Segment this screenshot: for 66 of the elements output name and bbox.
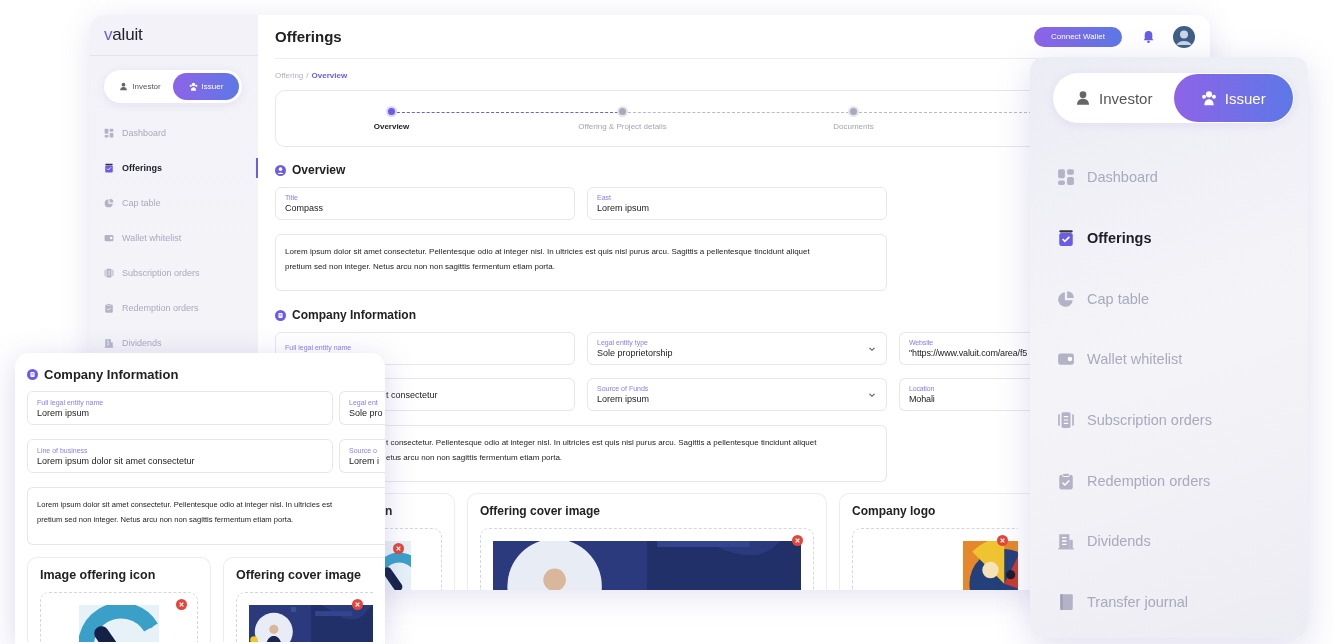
building-icon [275, 309, 286, 321]
pie-chart-icon [104, 198, 114, 208]
dropzone[interactable] [480, 528, 814, 590]
wallet-icon [104, 233, 114, 243]
text-area[interactable]: Lorem ipsum dolor sit amet consectetur. Pellentesque odio at integer nisl. In ultricies est quis nisl purus arcu. Sagittis a pellentesque tincidunt aliquet pretium sed non integer. Netus arcu non non sagittis fermentum etiam porta. [275, 234, 887, 291]
dropzone[interactable] [40, 592, 198, 642]
role-tab[interactable]: Issuer [173, 73, 239, 100]
bell-icon[interactable] [1142, 30, 1155, 43]
user-icon [275, 164, 286, 176]
remove-icon[interactable] [352, 599, 363, 610]
grid-icon [1057, 168, 1075, 187]
nav-item[interactable]: Redemption orders [90, 298, 258, 318]
building-icon [1057, 532, 1075, 551]
nav-item[interactable]: Cap table [1055, 268, 1294, 330]
nav-item[interactable]: Subscription orders [90, 263, 258, 283]
nav-item[interactable]: Offerings [90, 158, 258, 178]
section-title: Company Information [292, 308, 416, 322]
document-icon [1057, 411, 1075, 430]
person-icon [119, 82, 129, 91]
breadcrumb-link[interactable]: Offering [275, 71, 304, 80]
role-tab[interactable]: Investor [1054, 74, 1174, 122]
card-title: Offering cover image [480, 504, 602, 518]
section-title: Company Information [44, 367, 179, 382]
nav-item[interactable]: Dividends [90, 333, 258, 353]
card-title: Image offering icon [40, 568, 157, 582]
remove-icon[interactable] [792, 535, 803, 546]
people-icon [188, 82, 198, 91]
step-label[interactable]: Documents [833, 122, 874, 131]
breadcrumb-separator: / [306, 71, 309, 80]
step-dot [848, 106, 859, 117]
input-field[interactable]: t consectetur [385, 378, 575, 411]
nav-item[interactable]: Offerings [1055, 207, 1294, 269]
building-icon [104, 338, 114, 348]
clipboard-icon [1057, 471, 1075, 490]
checkbox-icon [1057, 229, 1075, 248]
role-tab[interactable]: Investor [107, 73, 173, 100]
breadcrumb-current: Overview [311, 71, 348, 80]
book-icon [1057, 593, 1075, 612]
grid-icon [104, 128, 114, 138]
page-title: Offerings [275, 28, 343, 45]
dropzone[interactable] [236, 592, 373, 642]
nav-item[interactable]: Subscription orders [1055, 389, 1294, 451]
nav-item[interactable]: Wallet whitelist [1055, 329, 1294, 390]
document-icon [104, 268, 114, 278]
clipboard-icon [104, 303, 114, 313]
checkbox-icon [104, 163, 114, 173]
step-label[interactable]: Offering & Project details [578, 122, 667, 131]
nav-item[interactable]: Wallet whitelist [90, 228, 258, 248]
step-label[interactable]: Overview [373, 122, 410, 131]
nav-item[interactable]: Dashboard [90, 123, 258, 143]
section-title: Overview [292, 163, 346, 177]
logo: valuit [90, 25, 258, 56]
card-title: Offering cover image [236, 568, 363, 582]
avatar[interactable] [1173, 25, 1195, 48]
role-tab[interactable]: Issuer [1173, 74, 1293, 122]
card-title: n [385, 504, 394, 518]
nav-item[interactable]: Cap table [90, 193, 258, 213]
connect-wallet-button[interactable]: Connect Wallet [1034, 26, 1122, 47]
building-icon [27, 369, 38, 380]
step-dot [617, 106, 628, 117]
card-title: Company logo [852, 504, 937, 518]
pie-chart-icon [1057, 289, 1075, 308]
people-icon [1200, 90, 1217, 106]
text-area[interactable]: t consectetur. Pellentesque odio at integer nisl. In ultricies est quis nisl purus arcu. Sagittis a pellentesque tincidunt aliquet etus arcu non non sagittis fermentum etiam porta. [385, 425, 887, 482]
person-icon [1075, 90, 1092, 106]
step-dot [386, 106, 397, 117]
